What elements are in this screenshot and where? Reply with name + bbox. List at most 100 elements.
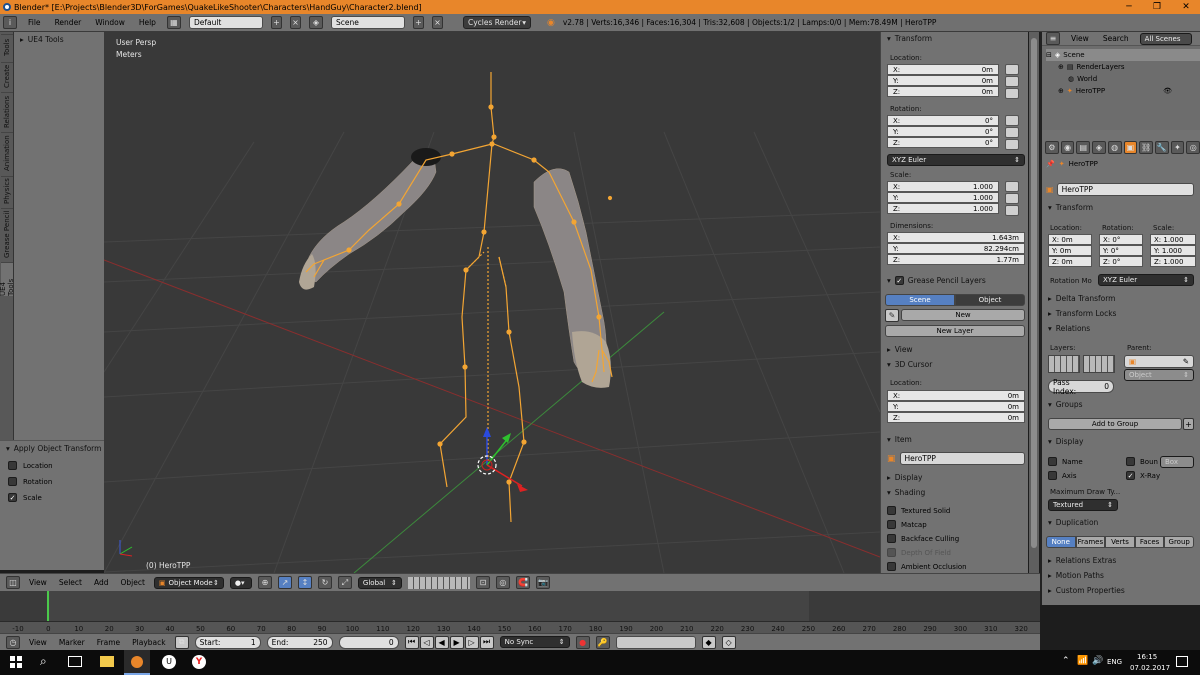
backface-culling-option[interactable]: Backface Culling bbox=[887, 534, 967, 543]
grease-object-button[interactable]: Object bbox=[955, 294, 1025, 306]
display-xray-option[interactable]: ✓ X-Ray bbox=[1126, 471, 1160, 480]
properties-editor-icon[interactable]: ⚙ bbox=[1045, 140, 1059, 154]
checkbox[interactable] bbox=[1126, 457, 1135, 466]
prop-rotation-y[interactable]: Y: 0° bbox=[1099, 245, 1143, 256]
windows-start-icon[interactable] bbox=[10, 656, 22, 668]
prop-scale-y[interactable]: Y: 1.000 bbox=[1150, 245, 1196, 256]
physics-tab-icon[interactable]: ◎ bbox=[1186, 140, 1200, 154]
tab-tools[interactable]: Tools bbox=[1, 34, 13, 60]
layers-tab-icon[interactable]: ▤ bbox=[1076, 140, 1091, 154]
timeline-area[interactable] bbox=[0, 591, 1040, 621]
cursor-panel-header[interactable]: ▾ 3D Cursor bbox=[881, 360, 932, 369]
transform-locks-header[interactable]: ▸ Transform Locks bbox=[1042, 309, 1116, 318]
tray-chevron-icon[interactable]: ⌃ bbox=[1062, 656, 1070, 666]
unreal-engine-icon[interactable]: U bbox=[162, 655, 176, 669]
constraints-tab-icon[interactable]: ⛓ bbox=[1139, 140, 1153, 154]
close-button[interactable]: ✕ bbox=[1172, 0, 1200, 14]
checkbox[interactable] bbox=[887, 548, 896, 557]
sync-select[interactable]: No Sync ⇕ bbox=[499, 636, 570, 648]
cursor-x-field[interactable]: X: 0m bbox=[887, 390, 1025, 401]
add-scene-icon[interactable]: + bbox=[412, 16, 424, 29]
display-name-option[interactable]: Name bbox=[1048, 457, 1083, 466]
ambient-occlusion-option[interactable]: Ambient Occlusion bbox=[887, 562, 967, 571]
lock-icon[interactable] bbox=[1005, 64, 1019, 75]
jump-end-icon[interactable]: ⏭ bbox=[479, 635, 494, 649]
prop-location-y[interactable]: Y: 0m bbox=[1048, 245, 1092, 256]
lock-icon[interactable] bbox=[1005, 115, 1019, 126]
tab-animation[interactable]: Animation bbox=[1, 132, 13, 174]
object-tab-icon[interactable]: ▣ bbox=[1123, 140, 1138, 154]
prop-transform-header[interactable]: ▾ Transform bbox=[1042, 203, 1093, 212]
relations-extras-header[interactable]: ▸ Relations Extras bbox=[1042, 556, 1116, 565]
view3d-add-menu[interactable]: Add bbox=[91, 578, 112, 587]
orientation-select[interactable]: Global ⇕ bbox=[357, 576, 402, 589]
custom-properties-header[interactable]: ▸ Custom Properties bbox=[1042, 586, 1125, 595]
parent-type-select[interactable]: Object ⇕ bbox=[1124, 369, 1194, 381]
scale-z-field[interactable]: Z: 1.000 bbox=[887, 203, 999, 214]
panel-scrollbar[interactable] bbox=[1029, 32, 1039, 573]
outliner-item-scene[interactable]: ⊟ ◈ Scene bbox=[1046, 49, 1200, 61]
viewport-canvas[interactable] bbox=[104, 32, 880, 573]
jump-start-icon[interactable]: ⏮ bbox=[404, 635, 419, 649]
dimension-y-field[interactable]: Y: 82.294cm bbox=[887, 243, 1025, 254]
checkbox[interactable]: ✓ bbox=[1126, 471, 1135, 480]
view3d-select-menu[interactable]: Select bbox=[56, 578, 85, 587]
outliner-editor-icon[interactable]: ≡ bbox=[1046, 32, 1060, 45]
lock-icon[interactable] bbox=[1005, 127, 1019, 138]
timeline-editor-icon[interactable]: ◷ bbox=[6, 635, 20, 649]
rotation-mode-select[interactable]: XYZ Euler ⇕ bbox=[887, 154, 1025, 166]
prop-display-header[interactable]: ▾ Display bbox=[1042, 437, 1083, 446]
display-panel-header[interactable]: ▸ Display bbox=[881, 473, 922, 482]
checkbox[interactable] bbox=[1048, 471, 1057, 480]
remove-scene-icon[interactable]: × bbox=[431, 16, 443, 29]
play-icon[interactable]: ▶ bbox=[449, 635, 464, 649]
item-panel-header[interactable]: ▾ Item bbox=[881, 435, 912, 444]
minimize-button[interactable]: ─ bbox=[1115, 0, 1143, 14]
visibility-eye-icon[interactable]: 👁 bbox=[1163, 87, 1172, 95]
groups-header[interactable]: ▾ Groups bbox=[1042, 400, 1083, 409]
dup-group-button[interactable]: Group bbox=[1164, 536, 1194, 548]
editor-type-icon[interactable]: ◫ bbox=[6, 576, 20, 589]
mode-select[interactable]: ▣ Object Mode ⇕ bbox=[153, 576, 224, 589]
location-checkbox[interactable] bbox=[8, 461, 17, 470]
network-icon[interactable]: 📶 bbox=[1077, 656, 1088, 666]
outliner-view-menu[interactable]: View bbox=[1068, 34, 1092, 43]
relations-header[interactable]: ▾ Relations bbox=[1042, 324, 1090, 333]
menu-file[interactable]: File bbox=[25, 18, 44, 27]
search-icon[interactable]: ⌕ bbox=[40, 654, 47, 669]
keying-set-icon[interactable]: 🔑 bbox=[595, 635, 610, 649]
option-location[interactable]: Location bbox=[8, 461, 104, 470]
scale-icon[interactable]: ⤢ bbox=[337, 576, 352, 589]
grease-pencil-checkbox[interactable]: ✓ bbox=[894, 276, 904, 285]
outliner-display-select[interactable]: All Scenes bbox=[1139, 32, 1192, 45]
lock-camera-icon[interactable]: ⊡ bbox=[475, 576, 490, 589]
prop-location-x[interactable]: X: 0m bbox=[1048, 234, 1092, 245]
timeline-view-menu[interactable]: View bbox=[26, 638, 50, 647]
volume-icon[interactable]: 🔊 bbox=[1092, 656, 1103, 666]
language-indicator[interactable]: ENG bbox=[1107, 658, 1122, 666]
operator-panel-header[interactable]: ▾ Apply Object Transform bbox=[0, 444, 104, 453]
textured-solid-option[interactable]: Textured Solid bbox=[887, 506, 967, 515]
tab-grease-pencil[interactable]: Grease Pencil bbox=[1, 208, 13, 260]
preview-range-icon[interactable]: ⧉ bbox=[174, 635, 189, 649]
viewport-shading-select[interactable]: ●▾ bbox=[229, 576, 252, 589]
prop-rotation-mode-select[interactable]: XYZ Euler ⇕ bbox=[1098, 274, 1194, 286]
dup-frames-button[interactable]: Frames bbox=[1075, 536, 1106, 548]
grease-pencil-panel-header[interactable]: ▾ ✓ Grease Pencil Layers bbox=[881, 276, 986, 285]
ue4-tools-panel-header[interactable]: ▸ UE4 Tools bbox=[14, 35, 104, 44]
bounds-type-select[interactable]: Box bbox=[1160, 456, 1194, 468]
translate-icon[interactable]: ↕ bbox=[297, 576, 312, 589]
current-frame-indicator[interactable] bbox=[47, 591, 49, 621]
scene-icon[interactable]: ◈ bbox=[308, 16, 323, 29]
scene-select[interactable]: Scene bbox=[330, 16, 405, 29]
outliner-item-renderlayers[interactable]: ⊕ ▤ RenderLayers bbox=[1046, 61, 1200, 73]
matcap-option[interactable]: Matcap bbox=[887, 520, 967, 529]
scale-y-field[interactable]: Y: 1.000 bbox=[887, 192, 999, 203]
menu-help[interactable]: Help bbox=[136, 18, 159, 27]
play-reverse-icon[interactable]: ◀ bbox=[434, 635, 449, 649]
world-tab-icon[interactable]: ◍ bbox=[1107, 140, 1122, 154]
3d-viewport[interactable]: User Persp Meters (0) HeroTPP bbox=[104, 32, 880, 573]
rotation-checkbox[interactable] bbox=[8, 477, 17, 486]
lock-icon[interactable] bbox=[1005, 193, 1019, 204]
blender-taskbar-icon[interactable] bbox=[124, 650, 150, 675]
